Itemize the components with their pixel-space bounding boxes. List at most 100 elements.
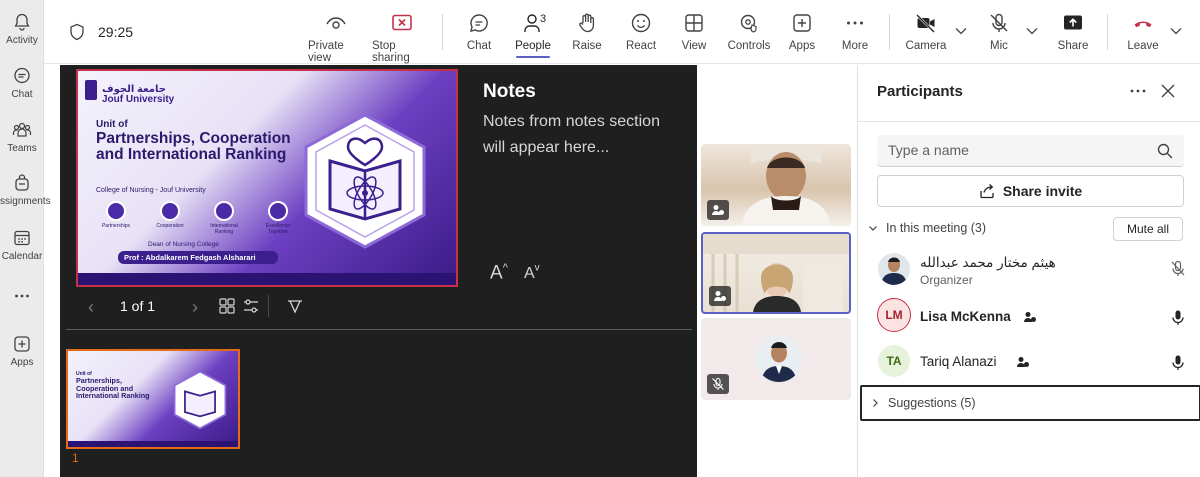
camera-button[interactable]: Camera: [906, 12, 946, 52]
video-tile-lisa[interactable]: [701, 232, 851, 314]
view-button[interactable]: View: [679, 12, 709, 52]
slide-icon-item: Excellence Together: [258, 201, 298, 235]
smiley-icon: [631, 13, 651, 33]
participant-row[interactable]: TA Tariq Alanazi: [874, 343, 1194, 383]
panel-more-button[interactable]: [1130, 81, 1146, 99]
slide-college: College of Nursing - Jouf University: [96, 187, 206, 194]
next-slide-button[interactable]: ›: [192, 297, 198, 318]
react-button[interactable]: React: [624, 12, 658, 52]
slide-icon-label: International Ranking: [210, 223, 238, 235]
nursing-emblem-icon: [304, 113, 426, 249]
camera-off-icon: [916, 14, 935, 33]
grid-view-icon: [685, 14, 703, 32]
private-view-button[interactable]: Private view: [308, 12, 364, 64]
slide-icon-item: Partnerships: [96, 201, 136, 235]
slide-footer: [78, 273, 456, 285]
rail-item-activity[interactable]: Activity: [0, 12, 44, 46]
people-label: People: [515, 40, 551, 52]
controls-button[interactable]: Controls: [727, 12, 771, 52]
mute-all-label: Mute all: [1126, 222, 1170, 236]
rail-item-chat[interactable]: Chat: [0, 66, 44, 100]
slide-icon-row: Partnerships Cooperation International R…: [96, 201, 298, 235]
in-meeting-section-toggle[interactable]: In this meeting (3): [868, 221, 986, 235]
increase-font-label: A: [490, 262, 503, 284]
chevron-down-icon[interactable]: [1170, 27, 1182, 35]
suggestions-section-toggle[interactable]: Suggestions (5): [860, 385, 1200, 421]
share-arrow-icon: [980, 184, 994, 199]
sliders-icon[interactable]: [242, 297, 260, 315]
bell-icon: [14, 13, 30, 31]
toolbar-divider: [442, 14, 443, 50]
participant-row[interactable]: هيثم مختار محمد عبدالله Organizer: [874, 251, 1194, 291]
rail-item-apps[interactable]: Apps: [0, 334, 44, 368]
university-logo-icon: [85, 80, 97, 100]
group-icon: [160, 201, 180, 221]
slide-unit: Unit of: [96, 119, 128, 130]
rail-item-more[interactable]: [0, 286, 44, 309]
mic-button[interactable]: Mic: [984, 12, 1014, 52]
toolbar-divider: [889, 14, 890, 50]
university-logo-text: جامعة الجوف Jouf University: [102, 84, 175, 105]
decrease-font-button[interactable]: Av: [524, 262, 540, 284]
shield-icon: [70, 23, 84, 41]
current-slide[interactable]: جامعة الجوف Jouf University Unit of Part…: [76, 69, 458, 287]
app-rail: Activity Chat Teams Assignments Calendar…: [0, 0, 51, 477]
more-button[interactable]: More: [839, 12, 871, 52]
search-input[interactable]: [877, 135, 1137, 165]
caret-down-icon: v: [534, 262, 540, 274]
share-button[interactable]: Share: [1057, 12, 1089, 52]
rail-item-teams[interactable]: Teams: [0, 120, 44, 154]
avatar: LM: [877, 298, 911, 332]
increase-font-button[interactable]: A^: [490, 262, 508, 284]
chat-button[interactable]: Chat: [462, 12, 496, 52]
more-label: More: [841, 40, 869, 52]
slide-icon-item: International Ranking: [204, 201, 244, 235]
thumbnail-number: 1: [72, 451, 79, 465]
chevron-down-icon[interactable]: [955, 27, 967, 35]
controls-label: Controls: [727, 40, 771, 52]
add-app-icon: [793, 14, 811, 32]
participant-avatar-photo: [756, 336, 802, 382]
close-icon[interactable]: [1160, 83, 1176, 99]
participant-name: هيثم مختار محمد عبدالله: [920, 255, 1056, 270]
laser-pointer-icon[interactable]: [286, 297, 304, 315]
leave-button[interactable]: Leave: [1126, 12, 1160, 52]
globe-icon: [214, 201, 234, 221]
gear-shield-icon: [740, 14, 757, 33]
presentation-stage: جامعة الجوف Jouf University Unit of Part…: [60, 65, 697, 477]
thumbnail-content: Unit of Partnerships, Cooperation and In…: [68, 351, 238, 447]
caret-up-icon: ^: [502, 262, 508, 274]
stop-sharing-button[interactable]: Stop sharing: [372, 12, 432, 64]
video-gallery: [697, 65, 857, 477]
rail-item-calendar[interactable]: Calendar: [0, 228, 44, 262]
previous-slide-button[interactable]: ‹: [88, 297, 94, 318]
calendar-icon: [14, 230, 30, 246]
apps-button[interactable]: Apps: [788, 12, 816, 52]
bar-chart-icon: [268, 201, 288, 221]
slide-content: جامعة الجوف Jouf University Unit of Part…: [78, 71, 456, 285]
mute-all-button[interactable]: Mute all: [1113, 217, 1183, 241]
grid-slides-icon[interactable]: [218, 297, 236, 315]
share-invite-button[interactable]: Share invite: [877, 175, 1184, 207]
slide-counter: 1 of 1: [120, 298, 156, 314]
camera-label: Camera: [905, 40, 947, 52]
more-icon: [15, 294, 29, 298]
chevron-right-icon: [873, 399, 878, 407]
participants-panel: Participants Share invite In this meetin…: [857, 65, 1200, 477]
rail-item-label: Assignments: [0, 196, 51, 207]
slide-icon-label: Cooperation: [156, 223, 184, 229]
participant-search[interactable]: [877, 135, 1184, 167]
chevron-down-icon[interactable]: [1026, 27, 1038, 35]
participant-row[interactable]: LM Lisa McKenna: [874, 297, 1194, 337]
people-button[interactable]: 3 People: [514, 12, 552, 58]
slide-thumbnail[interactable]: Unit of Partnerships, Cooperation and In…: [66, 349, 240, 449]
leave-label: Leave: [1127, 40, 1159, 52]
hang-up-icon: [1134, 21, 1152, 28]
video-tile-organizer[interactable]: [701, 144, 851, 226]
raise-hand-button[interactable]: Raise: [570, 12, 604, 52]
more-icon: [1130, 89, 1146, 93]
eye-icon: [326, 17, 346, 29]
video-tile-tariq[interactable]: [701, 318, 851, 400]
rail-item-assignments[interactable]: Assignments: [0, 173, 51, 207]
slide-icon-item: Cooperation: [150, 201, 190, 235]
